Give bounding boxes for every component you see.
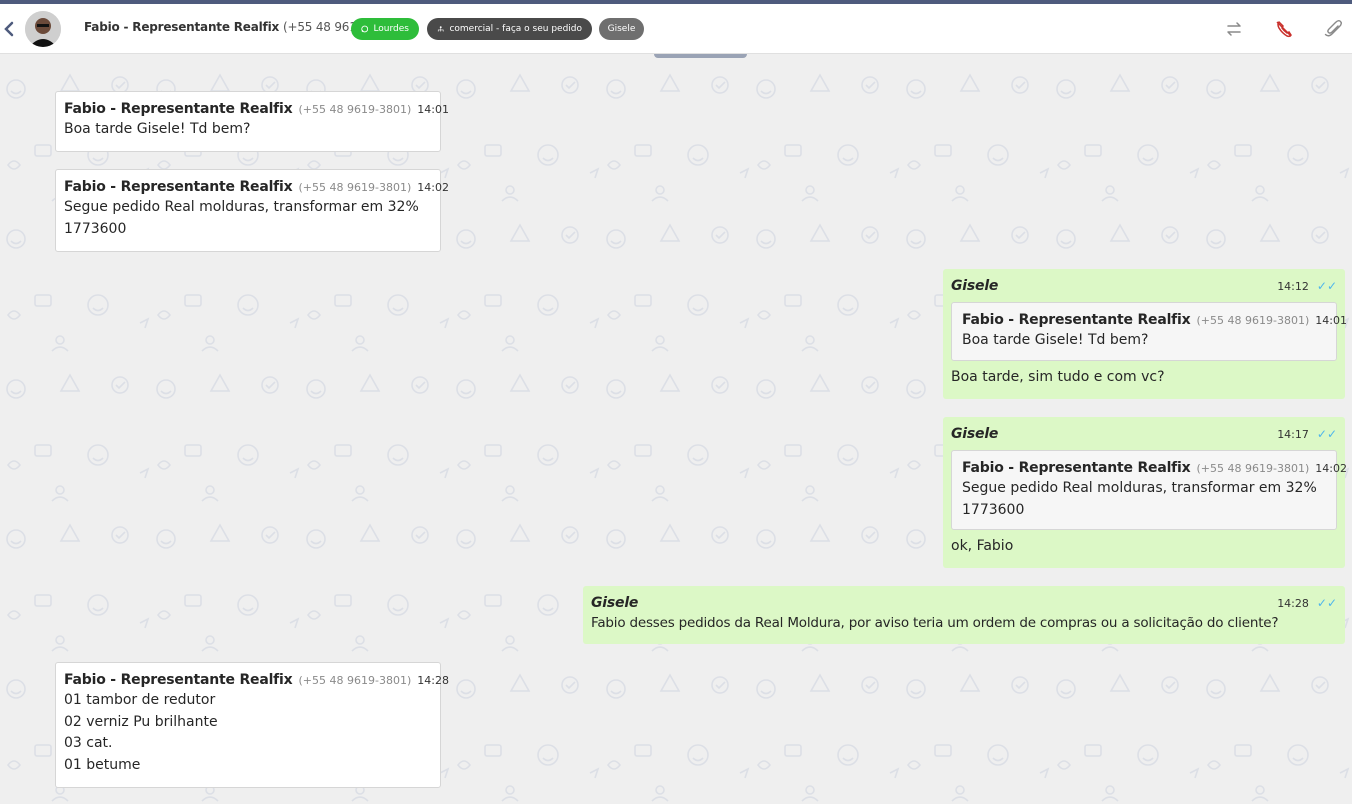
message-sender: Gisele <box>951 426 999 442</box>
quoted-sender: Fabio - Representante Realfix <box>962 312 1191 328</box>
quoted-time: 14:01 <box>1315 314 1347 327</box>
message-sender: Fabio - Representante Realfix <box>64 179 293 195</box>
message-sender: Fabio - Representante Realfix <box>64 101 293 117</box>
message-bubble[interactable]: Gisele 14:17 ✓✓ Fabio - Representante Re… <box>943 417 1347 568</box>
quoted-sender-phone: (+55 48 9619-3801) <box>1196 462 1310 475</box>
message-sender-phone: (+55 48 9619-3801) <box>298 103 412 116</box>
message-sender: Gisele <box>951 278 999 294</box>
message-sender: Gisele <box>591 595 639 611</box>
scroll-indicator <box>654 54 747 58</box>
message-text: Boa tarde Gisele! Td bem? <box>64 121 251 137</box>
quoted-message[interactable]: Fabio - Representante Realfix (+55 48 96… <box>951 450 1347 530</box>
quoted-message-header: Fabio - Representante Realfix (+55 48 96… <box>962 311 1347 330</box>
message-text: ok, Fabio <box>951 538 1014 554</box>
quoted-text: Boa tarde Gisele! Td bem? <box>962 332 1149 348</box>
read-ticks-icon: ✓✓ <box>1316 279 1337 293</box>
contact-name-text: Fabio - Representante Realfix <box>84 20 280 34</box>
transfer-icon[interactable] <box>1224 19 1244 39</box>
quoted-time: 14:02 <box>1315 462 1347 475</box>
message-text: Segue pedido Real molduras, transformar … <box>64 199 419 237</box>
quoted-sender: Fabio - Representante Realfix <box>962 460 1191 476</box>
message-header: Fabio - Representante Realfix (+55 48 96… <box>64 100 449 119</box>
message-time: 14:28 <box>1277 597 1309 610</box>
user-tag-label: Gisele <box>607 24 636 34</box>
message-bubble[interactable]: Gisele 14:12 ✓✓ Fabio - Representante Re… <box>943 269 1347 399</box>
message-bubble[interactable]: Fabio - Representante Realfix (+55 48 96… <box>55 91 449 152</box>
message-header: Fabio - Representante Realfix (+55 48 96… <box>64 671 449 690</box>
message-text: Fabio desses pedidos da Real Moldura, po… <box>591 615 1279 631</box>
message-header: Gisele 14:12 ✓✓ <box>951 277 1337 296</box>
message-bubble[interactable]: Gisele 14:28 ✓✓ Fabio desses pedidos da … <box>583 586 1345 644</box>
paperclip-icon[interactable] <box>1324 19 1344 39</box>
assigned-user-tag: Gisele <box>599 18 644 40</box>
read-ticks-icon: ✓✓ <box>1316 427 1337 441</box>
message-header: Gisele 14:17 ✓✓ <box>951 425 1337 444</box>
whatsapp-tag-label: Lourdes <box>373 24 409 34</box>
message-header: Gisele 14:28 ✓✓ <box>591 594 1337 613</box>
message-time: 14:17 <box>1277 428 1309 441</box>
queue-icon <box>437 26 444 32</box>
queue-tag: comercial - faça o seu pedido <box>427 18 592 40</box>
chat-header: Fabio - Representante Realfix (+55 48 96… <box>0 4 1352 54</box>
message-sender-phone: (+55 48 9619-3801) <box>298 674 412 687</box>
queue-tag-label: comercial - faça o seu pedido <box>449 24 582 34</box>
avatar[interactable] <box>25 11 61 47</box>
message-time: 14:01 <box>417 103 449 116</box>
message-bubble[interactable]: Fabio - Representante Realfix (+55 48 96… <box>55 169 449 252</box>
message-text: 01 tambor de redutor 02 verniz Pu brilha… <box>64 692 218 773</box>
message-header: Fabio - Representante Realfix (+55 48 96… <box>64 178 449 197</box>
chevron-left-icon[interactable] <box>2 20 16 38</box>
read-ticks-icon: ✓✓ <box>1316 596 1337 610</box>
message-time: 14:28 <box>417 674 449 687</box>
message-sender-phone: (+55 48 9619-3801) <box>298 181 412 194</box>
message-time: 14:12 <box>1277 280 1309 293</box>
end-call-icon[interactable] <box>1274 19 1294 39</box>
message-sender: Fabio - Representante Realfix <box>64 672 293 688</box>
message-text: Boa tarde, sim tudo e com vc? <box>951 368 1165 385</box>
quoted-message-header: Fabio - Representante Realfix (+55 48 96… <box>962 459 1347 478</box>
whatsapp-icon <box>361 25 369 33</box>
whatsapp-connection-tag: Lourdes <box>351 18 419 40</box>
quoted-message[interactable]: Fabio - Representante Realfix (+55 48 96… <box>951 302 1347 361</box>
message-bubble[interactable]: Fabio - Representante Realfix (+55 48 96… <box>55 662 449 788</box>
message-time: 14:02 <box>417 181 449 194</box>
quoted-text: Segue pedido Real molduras, transformar … <box>962 480 1317 518</box>
quoted-sender-phone: (+55 48 9619-3801) <box>1196 314 1310 327</box>
